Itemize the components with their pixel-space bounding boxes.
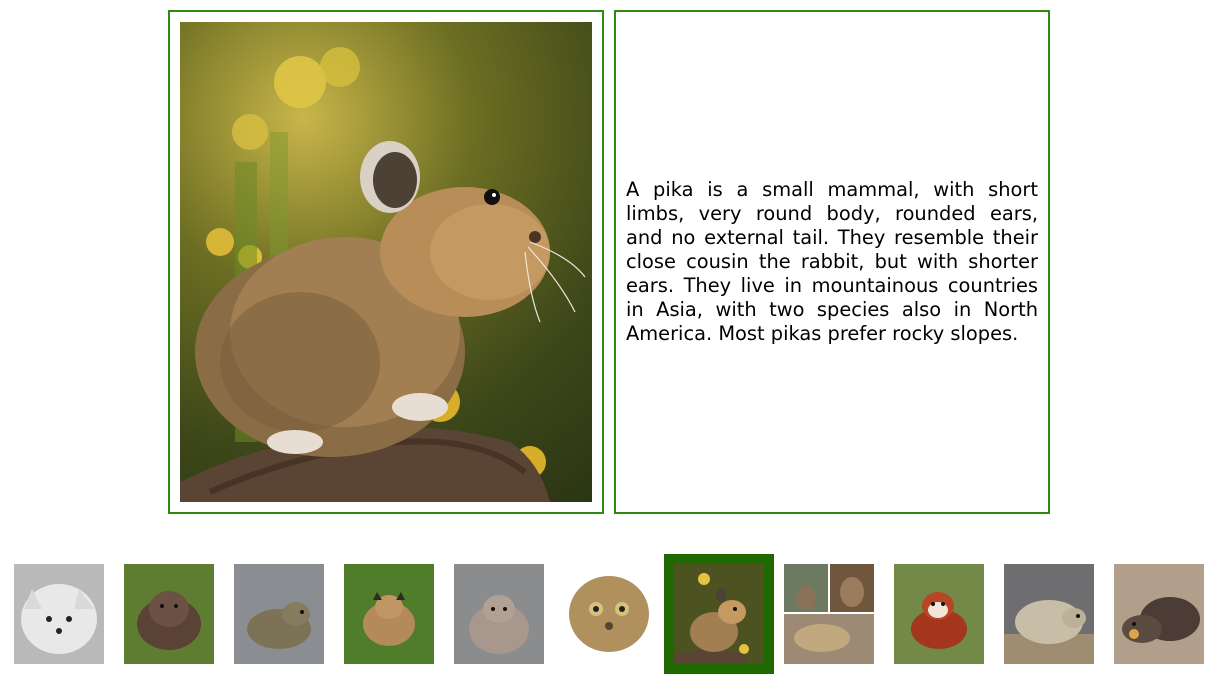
pika-illustration [180,47,586,502]
thumbnail-arctic-fox[interactable] [14,564,104,664]
description-panel: A pika is a small mammal, with short lim… [614,10,1050,514]
thumbnail-wombat[interactable] [124,564,214,664]
thumbnail-quokka-collage[interactable] [784,564,874,664]
animal-description: A pika is a small mammal, with short lim… [626,178,1038,345]
thumbnail-strip [0,554,1221,678]
thumbnail-pallas-cat-face[interactable] [564,564,654,664]
thumbnail-red-panda[interactable] [894,564,984,664]
thumbnail-pallas-cat[interactable] [454,564,544,664]
thumbnail-rodent[interactable] [234,564,324,664]
main-image-frame [168,10,604,514]
thumbnail-lynx[interactable] [344,564,434,664]
thumbnail-wombat-3[interactable] [1114,564,1204,664]
thumbnail-wombat-2[interactable] [1004,564,1094,664]
main-animal-photo [180,22,592,502]
thumbnail-pika-selected[interactable] [664,554,774,674]
